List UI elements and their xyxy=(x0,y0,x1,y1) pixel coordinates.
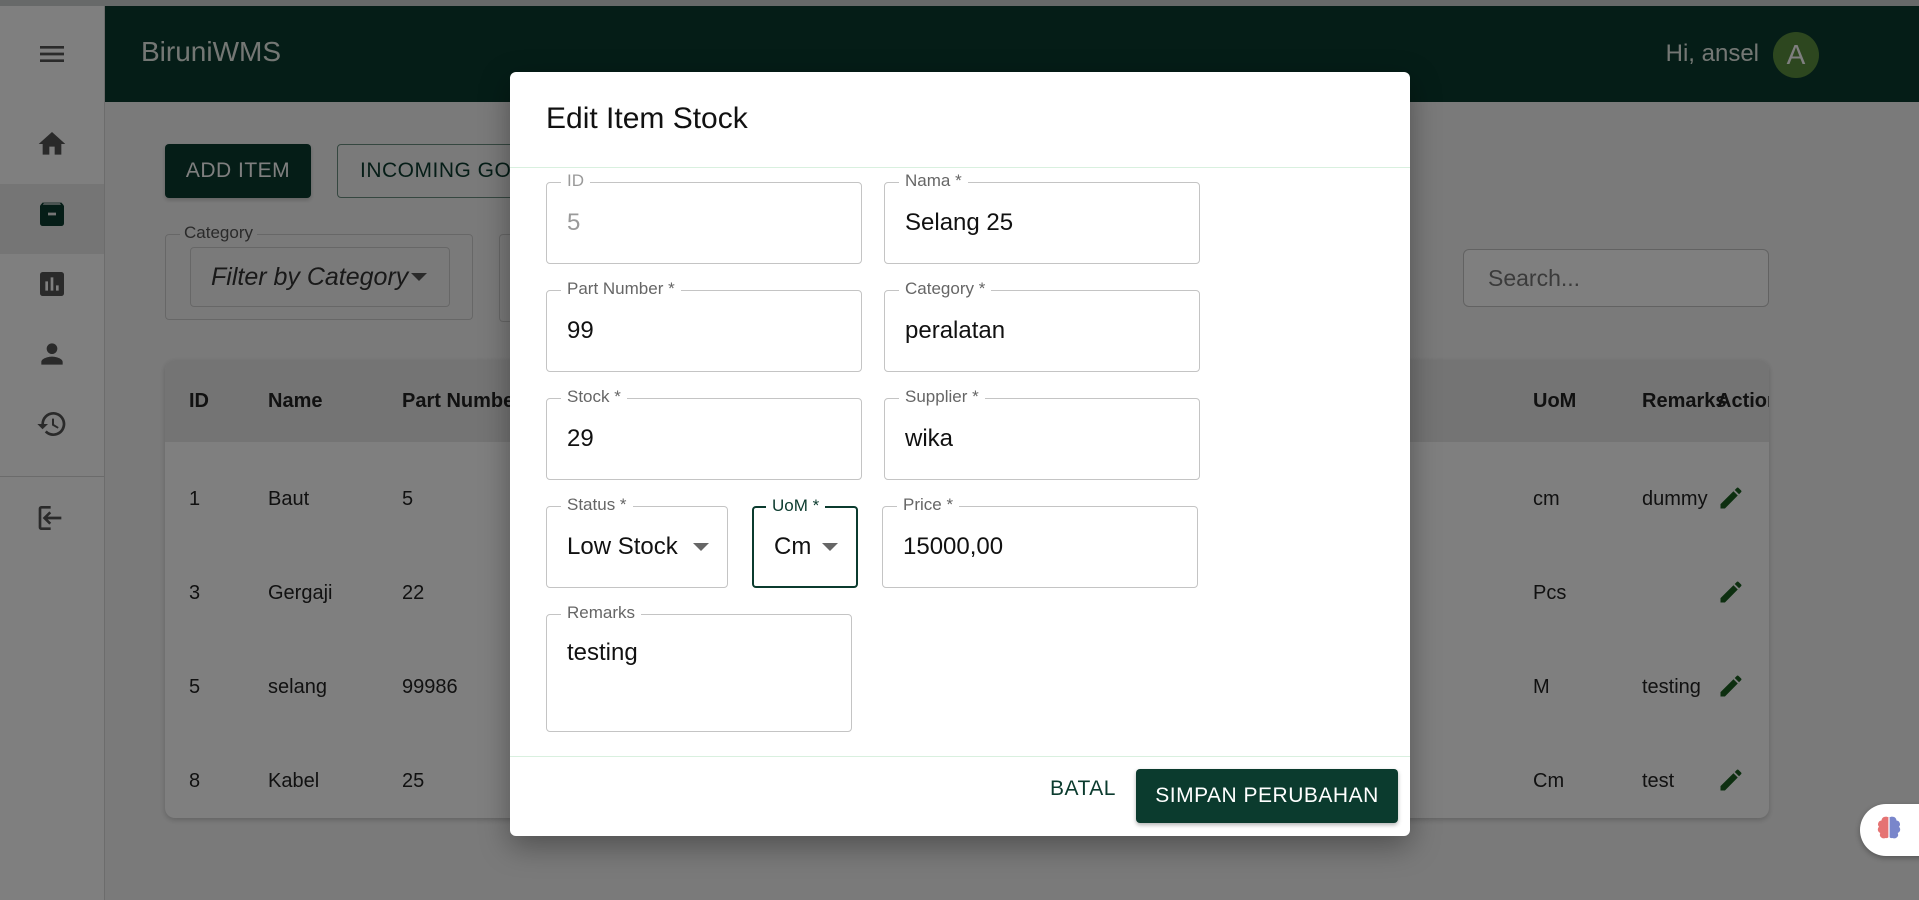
price-field[interactable]: Price * 15000,00 xyxy=(882,495,1198,588)
dialog-header-divider xyxy=(510,167,1410,168)
assistant-widget[interactable] xyxy=(1860,804,1919,856)
supplier-field[interactable]: Supplier * wika xyxy=(884,387,1200,480)
stock-field[interactable]: Stock * 29 xyxy=(546,387,862,480)
nama-field-value: Selang 25 xyxy=(905,209,1014,236)
uom-select[interactable]: UoM * Cm xyxy=(752,496,858,588)
uom-select-value: Cm xyxy=(774,533,812,560)
category-field-value: peralatan xyxy=(905,317,1006,344)
remarks-textarea-label: Remarks xyxy=(561,603,642,623)
nama-field[interactable]: Nama * Selang 25 xyxy=(884,171,1200,264)
edit-item-dialog: Edit Item Stock ID 5 Nama * Selang 25 Pa… xyxy=(510,72,1410,836)
id-field: ID 5 xyxy=(546,171,862,264)
chevron-down-icon xyxy=(693,543,709,551)
remarks-textarea-value: testing xyxy=(567,639,638,666)
category-field[interactable]: Category * peralatan xyxy=(884,279,1200,372)
dialog-footer-divider xyxy=(510,756,1410,757)
id-field-value: 5 xyxy=(567,209,581,236)
supplier-field-value: wika xyxy=(905,425,954,452)
cancel-button[interactable]: BATAL xyxy=(1028,762,1138,816)
status-select[interactable]: Status * Low Stock xyxy=(546,495,728,588)
chevron-down-icon xyxy=(822,543,838,551)
remarks-textarea[interactable]: Remarks testing xyxy=(546,603,852,732)
status-select-value: Low Stock xyxy=(567,533,678,560)
dialog-title: Edit Item Stock xyxy=(546,102,748,135)
save-changes-button[interactable]: SIMPAN PERUBAHAN xyxy=(1136,769,1398,823)
brain-icon xyxy=(1874,813,1904,848)
stock-field-value: 29 xyxy=(567,425,594,452)
part-number-field[interactable]: Part Number * 99 xyxy=(546,279,862,372)
price-field-value: 15000,00 xyxy=(903,533,1004,560)
part-number-field-value: 99 xyxy=(567,317,594,344)
